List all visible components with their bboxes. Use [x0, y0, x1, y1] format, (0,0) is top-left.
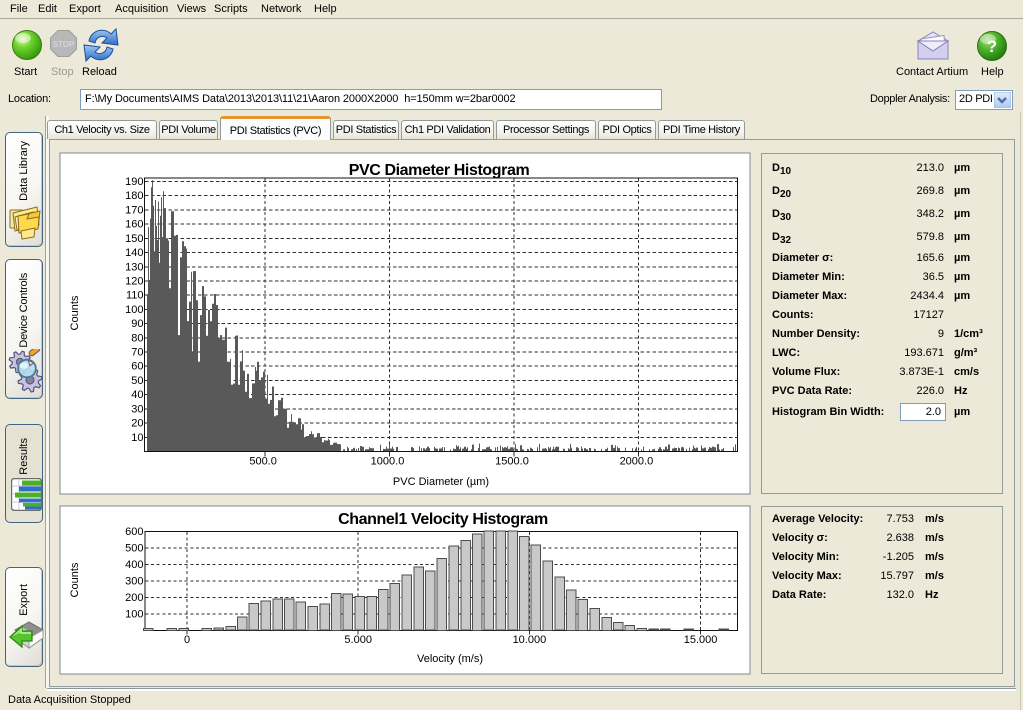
svg-text:2000.0: 2000.0 — [620, 456, 654, 468]
svg-text:500: 500 — [125, 542, 143, 554]
svg-text:Velocity (m/s): Velocity (m/s) — [417, 653, 483, 665]
svg-text:400: 400 — [125, 559, 143, 571]
svg-text:40: 40 — [131, 389, 143, 401]
svg-text:500.0: 500.0 — [249, 456, 277, 468]
svg-text:180: 180 — [125, 190, 143, 202]
svg-text:Channel1 Velocity Histogram: Channel1 Velocity Histogram — [338, 511, 548, 528]
svg-text:90: 90 — [131, 318, 143, 330]
svg-text:Counts: Counts — [69, 562, 81, 597]
svg-text:170: 170 — [125, 204, 143, 216]
svg-text:50: 50 — [131, 375, 143, 387]
svg-text:30: 30 — [131, 403, 143, 415]
svg-text:1500.0: 1500.0 — [495, 456, 529, 468]
svg-text:200: 200 — [125, 592, 143, 604]
svg-text:60: 60 — [131, 361, 143, 373]
svg-text:20: 20 — [131, 418, 143, 430]
svg-text:PVC Diameter (µm): PVC Diameter (µm) — [393, 476, 489, 488]
svg-text:PVC Diameter Histogram: PVC Diameter Histogram — [349, 162, 530, 179]
svg-text:0: 0 — [184, 634, 190, 646]
svg-text:110: 110 — [126, 290, 144, 302]
svg-text:600: 600 — [125, 526, 143, 538]
svg-text:10.000: 10.000 — [513, 634, 547, 646]
svg-text:5.000: 5.000 — [344, 634, 372, 646]
svg-text:100: 100 — [125, 304, 143, 316]
svg-text:Counts: Counts — [69, 295, 81, 330]
svg-text:150: 150 — [125, 233, 143, 245]
svg-text:10: 10 — [131, 432, 143, 444]
svg-text:130: 130 — [125, 261, 143, 273]
svg-text:80: 80 — [131, 332, 143, 344]
svg-text:140: 140 — [125, 247, 143, 259]
svg-text:70: 70 — [131, 347, 143, 359]
svg-text:1000.0: 1000.0 — [371, 456, 405, 468]
svg-text:160: 160 — [125, 219, 143, 231]
svg-text:190: 190 — [125, 176, 143, 188]
svg-text:120: 120 — [125, 276, 143, 288]
svg-text:300: 300 — [125, 575, 143, 587]
svg-text:15.000: 15.000 — [684, 634, 718, 646]
svg-text:100: 100 — [125, 609, 143, 621]
